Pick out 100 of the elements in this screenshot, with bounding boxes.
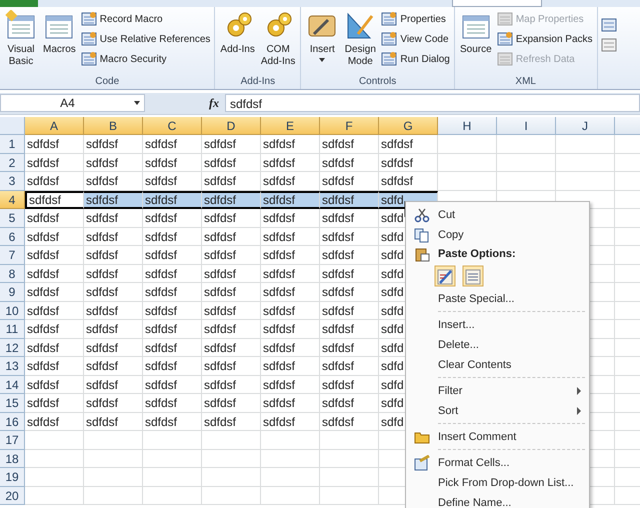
ribbon-tab[interactable] xyxy=(452,0,542,7)
ribbon-button[interactable]: View Code xyxy=(380,30,451,48)
paste-values-icon[interactable] xyxy=(462,265,484,287)
ribbon-icon xyxy=(381,31,398,47)
row-header[interactable]: 17 xyxy=(0,431,25,450)
table-cell: sdfdsf xyxy=(143,302,202,320)
table-cell: sdfdsf xyxy=(202,135,261,154)
table-cell: sdfdsf xyxy=(202,228,261,246)
table-cell: sdfdsf xyxy=(202,264,261,283)
name-box[interactable]: A4 xyxy=(0,94,145,112)
table-cell: sdfdsf xyxy=(143,376,202,394)
formula-field[interactable]: sdfdsf xyxy=(225,94,640,112)
table-cell: sdfdsf xyxy=(143,228,202,246)
table-cell: sdfdsf xyxy=(143,154,202,172)
row-header[interactable]: 4 xyxy=(0,190,25,209)
group-label: Controls xyxy=(358,75,398,89)
row-header[interactable]: 14 xyxy=(0,376,25,394)
table-cell: sdfdsf xyxy=(202,376,261,394)
menu-item[interactable]: Format Cells... xyxy=(406,453,589,473)
column-header[interactable]: B xyxy=(84,117,143,135)
ribbon-button[interactable]: Expansion Packs xyxy=(496,30,594,48)
ribbon-button[interactable]: Insert xyxy=(304,10,340,75)
column-header[interactable]: C xyxy=(143,117,202,135)
ribbon-button[interactable]: Visual Basic xyxy=(3,10,39,75)
table-cell: sdfdsf xyxy=(202,357,261,376)
table-cell: sdfdsf xyxy=(143,135,202,154)
ribbon-icon xyxy=(381,51,398,67)
row-header[interactable]: 20 xyxy=(0,486,25,505)
table-cell: sdfdsf xyxy=(143,412,202,431)
ribbon-icon xyxy=(80,31,97,47)
row-header[interactable]: 2 xyxy=(0,154,25,172)
ribbon-icon xyxy=(496,51,513,67)
table-cell: sdfdsf xyxy=(143,394,202,412)
column-header[interactable]: J xyxy=(556,117,615,135)
table-cell: sdfdsf xyxy=(261,302,320,320)
table-cell: sdfdsf xyxy=(320,412,379,431)
table-cell: sdfdsf xyxy=(84,394,143,412)
row-header[interactable]: 7 xyxy=(0,246,25,264)
table-cell: sdfdsf xyxy=(320,283,379,302)
column-header[interactable]: F xyxy=(320,117,379,135)
table-cell: sdfdsf xyxy=(202,320,261,338)
table-cell: sdfdsf xyxy=(84,190,143,209)
row-header[interactable]: 11 xyxy=(0,320,25,338)
table-cell: sdfdsf xyxy=(320,228,379,246)
row-header[interactable]: 12 xyxy=(0,338,25,357)
table-cell: sdfdsf xyxy=(202,338,261,357)
ribbon-button[interactable]: Use Relative References xyxy=(80,30,212,48)
table-cell: sdfdsf xyxy=(202,302,261,320)
ribbon-button[interactable]: Macro Security xyxy=(80,50,212,68)
table-cell: sdfdsf xyxy=(261,228,320,246)
row-header[interactable]: 9 xyxy=(0,283,25,302)
menu-heading: Paste Options: xyxy=(438,248,516,260)
table-cell: sdfdsf xyxy=(143,209,202,228)
table-cell: sdfdsf xyxy=(261,376,320,394)
row-header[interactable]: 16 xyxy=(0,412,25,431)
ribbon-button[interactable]: Source xyxy=(458,10,494,75)
column-header[interactable]: D xyxy=(202,117,261,135)
table-cell: sdfdsf xyxy=(84,154,143,172)
ribbon-icon xyxy=(600,37,617,53)
row-header[interactable]: 1 xyxy=(0,135,25,154)
ribbon-button[interactable]: Properties xyxy=(380,10,451,28)
table-cell: sdfdsf xyxy=(84,302,143,320)
column-header[interactable]: I xyxy=(497,117,556,135)
paste-formatting-icon[interactable] xyxy=(434,265,456,287)
row-header[interactable]: 19 xyxy=(0,468,25,486)
table-cell: sdfdsf xyxy=(84,209,143,228)
row-header[interactable]: 8 xyxy=(0,264,25,283)
column-header[interactable]: G xyxy=(379,117,438,135)
table-cell: sdfdsf xyxy=(25,376,84,394)
row-header[interactable]: 13 xyxy=(0,357,25,376)
row-header[interactable]: 15 xyxy=(0,394,25,412)
column-header[interactable]: A xyxy=(25,117,84,135)
row-header[interactable]: 5 xyxy=(0,209,25,228)
table-cell: sdfdsf xyxy=(202,154,261,172)
group-label: Code xyxy=(94,75,120,89)
table-cell: sdfdsf xyxy=(261,357,320,376)
row-header[interactable]: 6 xyxy=(0,228,25,246)
table-cell: sdfdsf xyxy=(320,302,379,320)
ribbon-button[interactable]: COM Add-Ins xyxy=(258,10,298,75)
table-cell: sdfdsf xyxy=(320,338,379,357)
row-header[interactable]: 18 xyxy=(0,450,25,468)
menu-item[interactable]: Pick From Drop-down List... xyxy=(406,473,589,493)
column-header[interactable]: H xyxy=(438,117,497,135)
table-cell: sdfdsf xyxy=(143,264,202,283)
ribbon-button[interactable]: Record Macro xyxy=(80,10,212,28)
menu-item[interactable]: Define Name... xyxy=(406,493,589,508)
ribbon-button[interactable]: Add-Ins xyxy=(218,10,257,75)
table-cell: sdfdsf xyxy=(25,154,84,172)
row-header[interactable]: 3 xyxy=(0,172,25,190)
row-header[interactable]: 10 xyxy=(0,302,25,320)
ribbon-button[interactable]: Macros xyxy=(41,10,78,75)
ribbon-button[interactable]: Design Mode xyxy=(342,10,378,75)
column-header[interactable]: E xyxy=(261,117,320,135)
function-button[interactable]: fx xyxy=(209,96,219,110)
table-cell: sdfdsf xyxy=(84,357,143,376)
ribbon-icon xyxy=(80,11,97,27)
table-cell: sdfdsf xyxy=(261,412,320,431)
select-all-corner[interactable] xyxy=(0,117,25,135)
ribbon-button[interactable]: Run Dialog xyxy=(380,50,451,68)
table-cell: sdfdsf xyxy=(25,172,84,190)
